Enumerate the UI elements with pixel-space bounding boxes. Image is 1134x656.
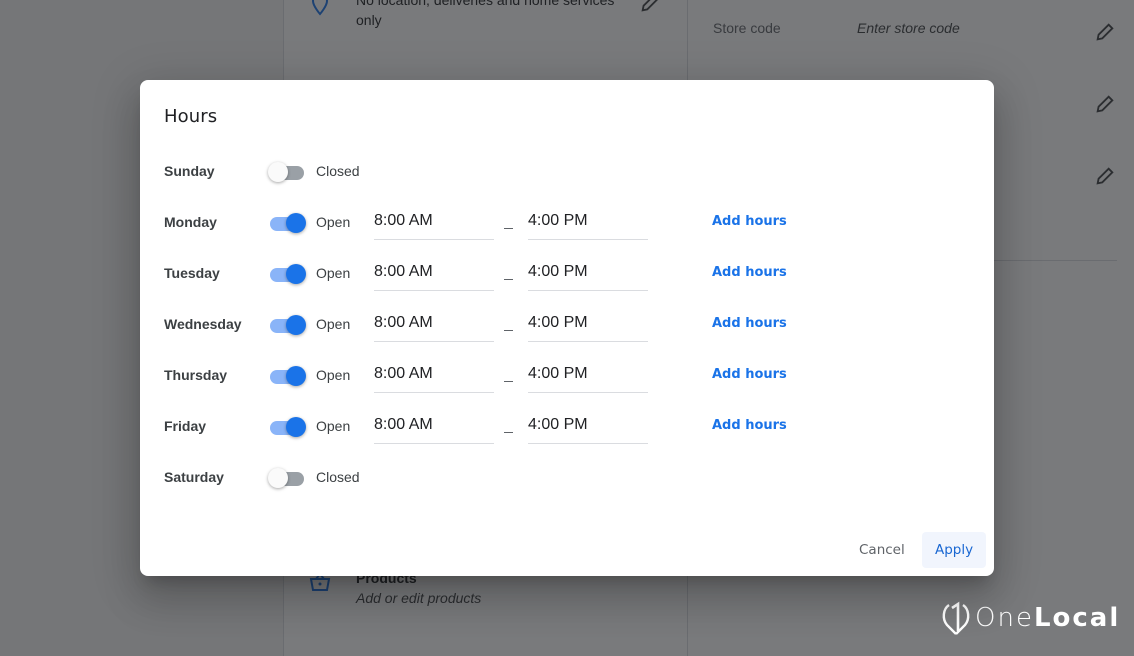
day-row-saturday: Saturday Closed xyxy=(164,458,964,498)
hours-dialog: Hours Sunday Closed Monday Open 8:00 AM … xyxy=(140,80,994,576)
day-row-monday: Monday Open 8:00 AM 4:00 PM Add hours xyxy=(164,203,964,243)
dialog-title: Hours xyxy=(164,106,218,127)
day-name: Tuesday xyxy=(164,265,220,281)
open-state-label: Open xyxy=(316,367,351,383)
toggle-thumb xyxy=(286,366,306,386)
closing-time-input[interactable]: 4:00 PM xyxy=(528,356,648,393)
day-name: Thursday xyxy=(164,367,228,383)
open-toggle[interactable] xyxy=(268,213,306,233)
onelocal-logo-icon xyxy=(942,601,970,635)
time-range-separator xyxy=(504,368,513,382)
day-name: Monday xyxy=(164,214,217,230)
day-name: Wednesday xyxy=(164,316,242,332)
toggle-thumb xyxy=(286,315,306,335)
add-hours-link[interactable]: Add hours xyxy=(712,316,787,331)
day-row-sunday: Sunday Closed xyxy=(164,152,964,192)
time-range-separator xyxy=(504,266,513,280)
opening-time-input[interactable]: 8:00 AM xyxy=(374,305,494,342)
open-state-label: Open xyxy=(316,265,351,281)
opening-time-input[interactable]: 8:00 AM xyxy=(374,356,494,393)
open-state-label: Closed xyxy=(316,163,360,179)
toggle-thumb xyxy=(286,213,306,233)
add-hours-link[interactable]: Add hours xyxy=(712,418,787,433)
onelocal-watermark: OneLocal xyxy=(941,601,1120,635)
day-row-friday: Friday Open 8:00 AM 4:00 PM Add hours xyxy=(164,407,964,447)
closing-time-input[interactable]: 4:00 PM xyxy=(528,254,648,291)
open-state-label: Open xyxy=(316,418,351,434)
time-range-separator xyxy=(504,215,513,229)
day-row-thursday: Thursday Open 8:00 AM 4:00 PM Add hours xyxy=(164,356,964,396)
add-hours-link[interactable]: Add hours xyxy=(712,214,787,229)
day-row-tuesday: Tuesday Open 8:00 AM 4:00 PM Add hours xyxy=(164,254,964,294)
open-toggle[interactable] xyxy=(268,366,306,386)
day-name: Saturday xyxy=(164,469,224,485)
cancel-button[interactable]: Cancel xyxy=(846,532,918,568)
time-range-separator xyxy=(504,317,513,331)
toggle-thumb xyxy=(268,162,288,182)
logo-text-one: One xyxy=(975,603,1034,633)
day-name: Sunday xyxy=(164,163,215,179)
time-range-separator xyxy=(504,419,513,433)
open-toggle[interactable] xyxy=(268,264,306,284)
open-state-label: Open xyxy=(316,214,351,230)
open-toggle[interactable] xyxy=(268,417,306,437)
opening-time-input[interactable]: 8:00 AM xyxy=(374,203,494,240)
open-toggle[interactable] xyxy=(268,468,306,488)
toggle-thumb xyxy=(286,417,306,437)
day-name: Friday xyxy=(164,418,207,434)
open-state-label: Open xyxy=(316,316,351,332)
toggle-thumb xyxy=(286,264,306,284)
day-row-wednesday: Wednesday Open 8:00 AM 4:00 PM Add hours xyxy=(164,305,964,345)
toggle-thumb xyxy=(268,468,288,488)
closing-time-input[interactable]: 4:00 PM xyxy=(528,407,648,444)
apply-button[interactable]: Apply xyxy=(922,532,987,568)
opening-time-input[interactable]: 8:00 AM xyxy=(374,407,494,444)
add-hours-link[interactable]: Add hours xyxy=(712,367,787,382)
logo-text-local: Local xyxy=(1033,603,1121,633)
opening-time-input[interactable]: 8:00 AM xyxy=(374,254,494,291)
open-toggle[interactable] xyxy=(268,315,306,335)
open-toggle[interactable] xyxy=(268,162,306,182)
add-hours-link[interactable]: Add hours xyxy=(712,265,787,280)
open-state-label: Closed xyxy=(316,469,360,485)
closing-time-input[interactable]: 4:00 PM xyxy=(528,203,648,240)
closing-time-input[interactable]: 4:00 PM xyxy=(528,305,648,342)
